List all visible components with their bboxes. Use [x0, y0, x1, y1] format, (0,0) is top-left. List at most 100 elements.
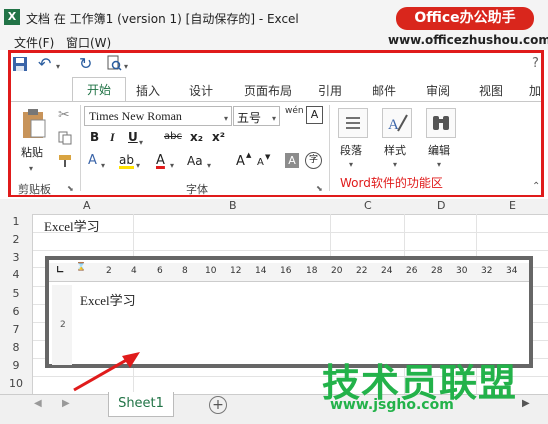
- grow-font-button[interactable]: A: [236, 154, 245, 169]
- tab-review[interactable]: 审阅: [426, 82, 450, 99]
- gridline: [33, 232, 548, 233]
- editing-dropdown-icon[interactable]: ▾: [437, 156, 441, 170]
- font-size-value: 五号: [237, 111, 262, 125]
- row-header-7[interactable]: 7: [0, 323, 32, 339]
- font-size-dropdown-icon[interactable]: ▾: [272, 110, 276, 124]
- highlight-dropdown-icon[interactable]: ▾: [136, 157, 140, 171]
- ruler-tick: 28: [431, 266, 443, 276]
- underline-button[interactable]: U: [128, 130, 138, 144]
- sheet-tab-sheet1[interactable]: Sheet1: [108, 392, 174, 417]
- styles-icon[interactable]: A: [382, 108, 412, 138]
- strikethrough-button[interactable]: abc: [164, 131, 182, 142]
- superscript-button[interactable]: x²: [212, 130, 225, 144]
- change-case-button[interactable]: Aa: [187, 154, 203, 168]
- subscript-button[interactable]: x₂: [190, 130, 203, 144]
- paste-icon[interactable]: [20, 108, 48, 143]
- qat-customize-icon[interactable]: ▾: [124, 58, 128, 72]
- row-header-4[interactable]: 4: [0, 268, 32, 284]
- row-header-9[interactable]: 9: [0, 359, 32, 375]
- cut-icon[interactable]: ✂: [58, 107, 70, 123]
- indent-marker-icon[interactable]: ⌛: [76, 262, 86, 271]
- tab-mailings[interactable]: 邮件: [372, 82, 396, 99]
- format-painter-icon[interactable]: [58, 154, 72, 171]
- highlight-button[interactable]: ab: [119, 153, 134, 167]
- change-case-dropdown-icon[interactable]: ▾: [207, 157, 211, 171]
- paragraph-dropdown-icon[interactable]: ▾: [349, 156, 353, 170]
- font-name-dropdown-icon[interactable]: ▾: [224, 110, 228, 124]
- ruler-tick: 6: [157, 266, 163, 276]
- enclose-char-button[interactable]: 字: [305, 152, 322, 169]
- row-header-8[interactable]: 8: [0, 341, 32, 357]
- window-title: 文档 在 工作簿1 (version 1) [自动保存的] - Excel: [26, 12, 299, 26]
- char-border-button[interactable]: A: [306, 106, 323, 124]
- bold-button[interactable]: B: [90, 130, 99, 144]
- undo-icon[interactable]: ↶: [38, 54, 51, 73]
- row-header-5[interactable]: 5: [0, 287, 32, 303]
- watermark-url: www.officezhushou.com: [388, 33, 548, 47]
- font-name-value: Times New Roman: [89, 109, 182, 123]
- column-header-c[interactable]: C: [364, 199, 372, 212]
- ruler-tick: 14: [255, 266, 267, 276]
- column-header-e[interactable]: E: [509, 199, 516, 212]
- hscroll-right-icon[interactable]: ▶: [522, 398, 530, 409]
- font-launcher-icon[interactable]: ⬊: [316, 184, 323, 193]
- watermark-badge: Office办公助手: [396, 7, 534, 30]
- menu-file[interactable]: 文件(F): [14, 34, 54, 51]
- tab-design[interactable]: 设计: [189, 82, 213, 99]
- text-effects-icon[interactable]: A: [88, 153, 97, 168]
- font-size-combobox[interactable]: 五号 ▾: [233, 106, 280, 126]
- ruler-tick: 24: [381, 266, 393, 276]
- menu-window[interactable]: 窗口(W): [66, 34, 111, 51]
- paste-button[interactable]: 粘贴: [21, 144, 43, 160]
- tab-references[interactable]: 引用: [318, 82, 342, 99]
- clipboard-launcher-icon[interactable]: ⬊: [67, 184, 74, 193]
- styles-dropdown-icon[interactable]: ▾: [393, 156, 397, 170]
- column-header-d[interactable]: D: [437, 199, 445, 212]
- font-name-combobox[interactable]: Times New Roman ▾: [84, 106, 232, 126]
- column-header-b[interactable]: B: [229, 199, 237, 212]
- char-shading-button[interactable]: A: [285, 153, 299, 168]
- font-color-button[interactable]: A: [156, 153, 165, 168]
- scroll-right-icon[interactable]: ▶: [62, 398, 70, 409]
- row-header-6[interactable]: 6: [0, 305, 32, 321]
- add-sheet-icon[interactable]: +: [209, 396, 227, 414]
- tab-addins[interactable]: 加: [529, 82, 541, 99]
- undo-dropdown-icon[interactable]: ▾: [56, 58, 60, 72]
- help-icon[interactable]: ?: [532, 56, 539, 71]
- row-header-10[interactable]: 10: [0, 377, 32, 393]
- ruler-tick: 12: [230, 266, 242, 276]
- cell-a1[interactable]: Excel学习: [44, 216, 100, 235]
- print-preview-icon[interactable]: [106, 55, 122, 74]
- pinyin-guide-button[interactable]: wén: [285, 106, 304, 116]
- embedded-document-text[interactable]: Excel学习: [80, 290, 136, 309]
- binoculars-icon[interactable]: [426, 108, 456, 138]
- paragraph-icon[interactable]: [338, 108, 368, 138]
- row-header-3[interactable]: 3: [0, 251, 32, 267]
- tab-view[interactable]: 视图: [479, 82, 503, 99]
- text-effects-dropdown-icon[interactable]: ▾: [101, 157, 105, 171]
- ruler-tick: 2: [60, 320, 66, 330]
- collapse-ribbon-icon[interactable]: ⌃: [532, 181, 540, 192]
- shrink-font-arrow-icon: ▼: [265, 153, 271, 161]
- copy-icon[interactable]: [58, 131, 72, 148]
- redo-icon[interactable]: ↻: [79, 54, 92, 73]
- tab-insert[interactable]: 插入: [136, 82, 160, 99]
- font-color-dropdown-icon[interactable]: ▾: [170, 157, 174, 171]
- scroll-left-icon[interactable]: ◀: [34, 398, 42, 409]
- underline-dropdown-icon[interactable]: ▾: [139, 134, 143, 148]
- italic-button[interactable]: I: [110, 130, 115, 145]
- row-header-1[interactable]: 1: [0, 215, 32, 231]
- paste-dropdown-icon[interactable]: ▾: [29, 160, 33, 174]
- save-icon[interactable]: [12, 56, 28, 75]
- tab-home[interactable]: 开始: [72, 77, 126, 102]
- ruler-tick: 4: [131, 266, 137, 276]
- row-header-2[interactable]: 2: [0, 233, 32, 249]
- tab-stop-icon[interactable]: ∟: [56, 265, 64, 276]
- column-header-a[interactable]: A: [83, 199, 91, 212]
- shrink-font-button[interactable]: A: [257, 157, 264, 168]
- font-group-label: 字体: [186, 183, 208, 196]
- excel-app-icon[interactable]: X: [4, 9, 20, 25]
- ruler-tick: 2: [106, 266, 112, 276]
- tab-page-layout[interactable]: 页面布局: [244, 82, 292, 99]
- ruler-tick: 30: [456, 266, 468, 276]
